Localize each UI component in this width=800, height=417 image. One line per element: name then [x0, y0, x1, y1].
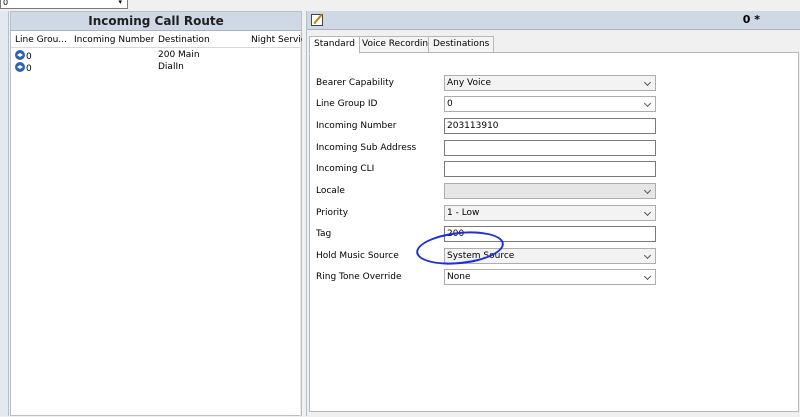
incoming-number-input[interactable]: 203113910	[444, 118, 656, 134]
incoming-cli-input[interactable]	[444, 161, 656, 177]
incoming-sub-address-label: Incoming Sub Address	[316, 143, 417, 153]
tag-label: Tag	[316, 229, 332, 239]
locale-select[interactable]	[444, 183, 656, 199]
bearer-capability-select[interactable]: Any Voice	[444, 75, 656, 91]
list-scrollbar[interactable]	[300, 32, 301, 417]
list-title: Incoming Call Route	[11, 12, 301, 31]
row-destination: 200 Main	[158, 50, 200, 60]
chevron-down-icon	[643, 99, 652, 108]
line-group-id-select[interactable]: 0	[444, 96, 656, 112]
chevron-down-icon	[643, 272, 652, 281]
top-combo[interactable]: 0 ▾	[0, 0, 128, 9]
chevron-down-icon	[643, 251, 652, 260]
route-icon	[15, 62, 25, 72]
row-line-group: 0	[26, 64, 32, 74]
bearer-capability-label: Bearer Capability	[316, 78, 394, 88]
column-header-incoming-number[interactable]: Incoming Number	[74, 35, 154, 45]
tab-voice-recording[interactable]: Voice Recording	[357, 36, 439, 53]
chevron-down-icon	[643, 208, 652, 217]
priority-select[interactable]: 1 - Low	[444, 205, 656, 221]
details-header: 0 *	[307, 11, 800, 30]
row-destination: DialIn	[158, 62, 184, 72]
column-header-destination[interactable]: Destination	[158, 35, 248, 45]
chevron-down-icon	[643, 186, 652, 195]
ring-tone-override-row: Ring Tone Override None	[310, 269, 800, 285]
priority-label: Priority	[316, 208, 349, 218]
incoming-call-route-list: Incoming Call Route Line Grou... Incomin…	[10, 11, 303, 417]
ring-tone-override-select[interactable]: None	[444, 269, 656, 285]
record-count: 0 *	[742, 13, 760, 26]
bearer-capability-row: Bearer Capability Any Voice	[310, 75, 800, 91]
hold-music-source-label: Hold Music Source	[316, 251, 399, 261]
incoming-cli-label: Incoming CLI	[316, 164, 375, 174]
column-header-line-group[interactable]: Line Grou...	[15, 35, 71, 45]
chevron-down-icon: ▾	[118, 0, 122, 6]
call-route-details: 0 * Standard Voice Recording Destination…	[306, 11, 800, 416]
table-row[interactable]: 0 200 Main	[11, 50, 301, 62]
hold-music-source-row: Hold Music Source System Source	[310, 248, 800, 264]
line-group-id-row: Line Group ID 0	[310, 96, 800, 112]
incoming-number-label: Incoming Number	[316, 121, 397, 131]
list-column-headers: Line Grou... Incoming Number Destination…	[11, 31, 303, 48]
incoming-cli-row: Incoming CLI	[310, 161, 800, 177]
incoming-sub-address-row: Incoming Sub Address	[310, 140, 800, 156]
edit-icon[interactable]	[311, 14, 323, 26]
row-line-group: 0	[26, 52, 32, 62]
priority-value: 1 - Low	[447, 208, 480, 218]
route-icon	[15, 50, 25, 60]
priority-row: Priority 1 - Low	[310, 205, 800, 221]
standard-tab-content: Bearer Capability Any Voice Line Group I…	[309, 52, 799, 412]
tag-row: Tag 200	[310, 226, 800, 242]
locale-row: Locale	[310, 183, 800, 199]
column-header-night-service[interactable]: Night Service	[251, 35, 303, 45]
ring-tone-override-label: Ring Tone Override	[316, 272, 402, 282]
tab-destinations[interactable]: Destinations	[428, 36, 495, 53]
top-combo-value: 0	[3, 0, 9, 7]
line-group-id-value: 0	[447, 99, 453, 109]
chevron-down-icon	[643, 78, 652, 87]
ring-tone-override-value: None	[447, 272, 471, 282]
top-toolbar: 0 ▾	[0, 0, 800, 11]
navigation-strip	[0, 11, 9, 416]
table-row[interactable]: 0 DialIn	[11, 62, 301, 74]
incoming-sub-address-input[interactable]	[444, 140, 656, 156]
incoming-number-row: Incoming Number 203113910	[310, 118, 800, 134]
bearer-capability-value: Any Voice	[447, 78, 491, 88]
locale-label: Locale	[316, 186, 345, 196]
line-group-id-label: Line Group ID	[316, 99, 378, 109]
tab-standard[interactable]: Standard	[309, 36, 360, 54]
